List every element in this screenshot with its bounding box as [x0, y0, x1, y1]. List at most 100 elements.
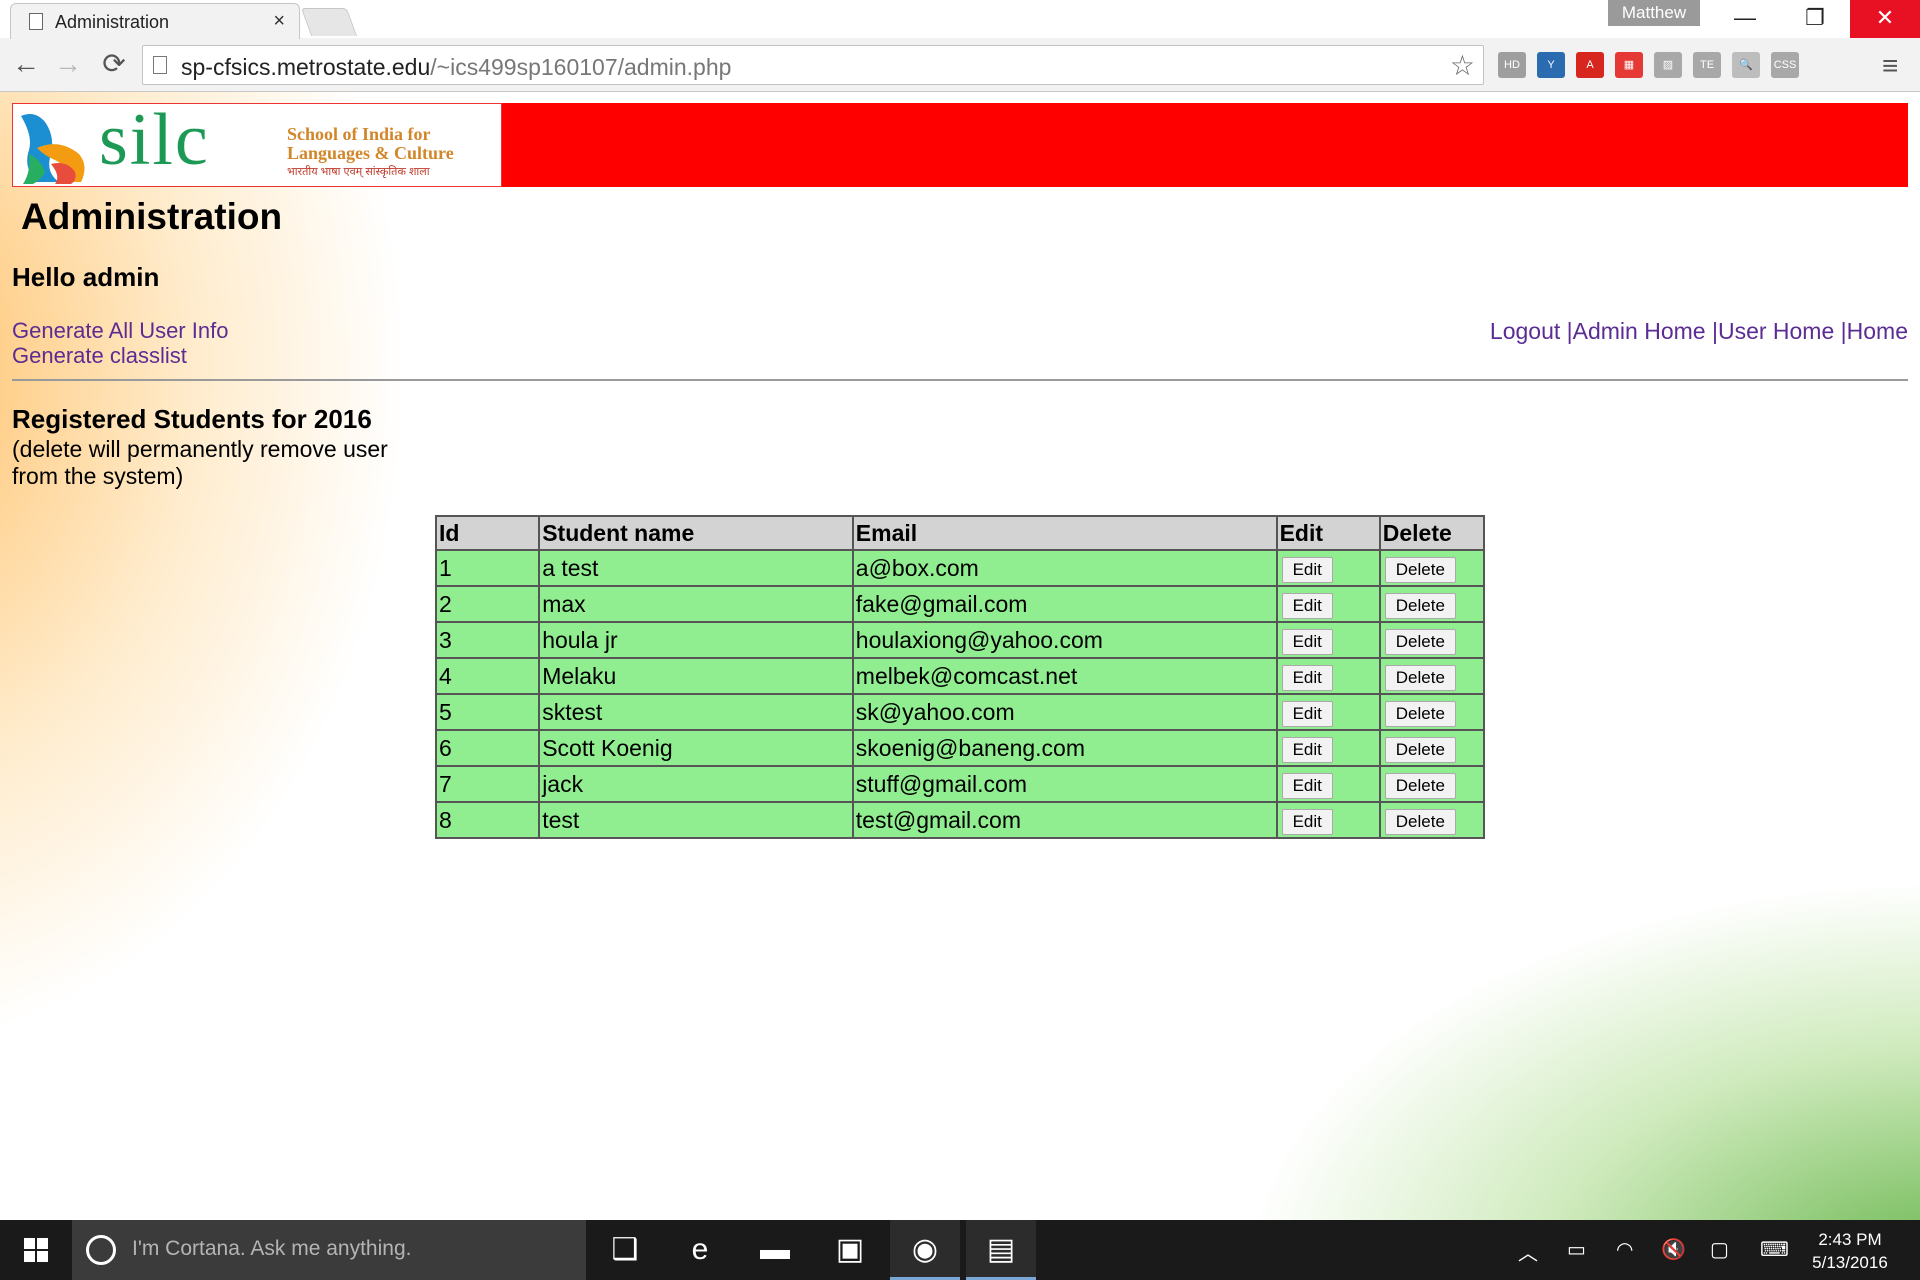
- keyboard-icon[interactable]: ⌨: [1760, 1237, 1789, 1262]
- volume-muted-icon[interactable]: 🔇: [1661, 1237, 1686, 1262]
- wifi-icon[interactable]: ◠: [1616, 1237, 1633, 1262]
- page-icon: [29, 13, 43, 30]
- battery-icon[interactable]: ▭: [1567, 1237, 1586, 1262]
- cell-action: Delete: [1378, 549, 1486, 587]
- edit-button[interactable]: Edit: [1281, 628, 1333, 655]
- silc-logo: silc School of India for Languages & Cul…: [12, 99, 502, 187]
- delete-button[interactable]: Delete: [1384, 628, 1456, 655]
- delete-button[interactable]: Delete: [1384, 700, 1456, 727]
- tab-title: Administration: [55, 12, 170, 32]
- user-home-link[interactable]: User Home: [1718, 318, 1834, 344]
- store-icon[interactable]: ▣: [815, 1220, 885, 1280]
- column-header-student-name: Student name: [538, 515, 854, 551]
- delete-button[interactable]: Delete: [1384, 664, 1456, 691]
- edit-button[interactable]: Edit: [1281, 808, 1333, 835]
- cell-action: Edit: [1275, 729, 1381, 767]
- edit-button[interactable]: Edit: [1281, 700, 1333, 727]
- clock-date: 5/13/2016: [1812, 1253, 1888, 1272]
- delete-button[interactable]: Delete: [1384, 772, 1456, 799]
- edit-button[interactable]: Edit: [1281, 592, 1333, 619]
- header-banner: silc School of India for Languages & Cul…: [12, 99, 1908, 187]
- cell-action: Delete: [1378, 729, 1486, 767]
- link-separator: |: [1560, 318, 1573, 344]
- windows-logo-icon: [37, 1238, 48, 1249]
- profile-button[interactable]: Matthew: [1608, 0, 1700, 26]
- cell-action: Delete: [1378, 693, 1486, 731]
- reload-icon[interactable]: ⟳: [96, 46, 132, 82]
- peacock-logo-icon: [21, 114, 85, 184]
- nav-links: Logout |Admin Home |User Home |Home: [1490, 318, 1908, 345]
- edit-button[interactable]: Edit: [1281, 736, 1333, 763]
- cell-action: Edit: [1275, 657, 1381, 695]
- chart-extension-icon[interactable]: ▨: [1654, 52, 1682, 78]
- edit-button[interactable]: Edit: [1281, 556, 1333, 583]
- grid-extension-icon[interactable]: ▦: [1615, 52, 1643, 78]
- cortana-search-box[interactable]: I'm Cortana. Ask me anything.: [72, 1220, 586, 1280]
- edit-button[interactable]: Edit: [1281, 772, 1333, 799]
- generate-classlist-link[interactable]: Generate classlist: [12, 343, 187, 368]
- edit-button[interactable]: Edit: [1281, 664, 1333, 691]
- url-path: /~ics499sp160107/admin.php: [430, 54, 732, 80]
- chevron-up-icon[interactable]: ︿: [1518, 1237, 1538, 1266]
- cell-student-name: test: [538, 801, 854, 839]
- cell-action: Edit: [1275, 801, 1381, 839]
- cell-email: a@box.com: [851, 549, 1278, 587]
- cell-id: 8: [434, 801, 541, 839]
- delete-button[interactable]: Delete: [1384, 592, 1456, 619]
- back-icon[interactable]: ←: [8, 46, 44, 82]
- cell-action: Edit: [1275, 585, 1381, 623]
- new-tab-button[interactable]: [300, 8, 358, 36]
- tineye-extension-icon[interactable]: TE: [1693, 52, 1721, 78]
- cell-id: 6: [434, 729, 541, 767]
- forward-icon[interactable]: →: [50, 46, 86, 82]
- tab-close-icon[interactable]: ×: [273, 10, 285, 33]
- logo-tagline-2: Languages & Culture: [287, 143, 454, 163]
- clock-time: 2:43 PM: [1818, 1230, 1882, 1249]
- windows-logo-icon: [37, 1251, 48, 1262]
- home-link[interactable]: Home: [1847, 318, 1908, 344]
- students-table: Id Student name Email Edit Delete 1a tes…: [434, 515, 1486, 839]
- cell-email: fake@gmail.com: [851, 585, 1278, 623]
- delete-button[interactable]: Delete: [1384, 736, 1456, 763]
- clock[interactable]: 2:43 PM 5/13/2016: [1790, 1228, 1910, 1274]
- cell-student-name: Scott Koenig: [538, 729, 854, 767]
- y-extension-icon[interactable]: Y: [1537, 52, 1565, 78]
- table-row: 2 max fake@gmail.com Edit Delete: [434, 585, 1486, 623]
- action-center-icon[interactable]: ▢: [1710, 1237, 1729, 1262]
- tab-administration[interactable]: Administration ×: [10, 3, 300, 39]
- bookmark-star-icon[interactable]: ☆: [1450, 49, 1475, 82]
- page-info-icon[interactable]: [153, 56, 167, 74]
- cell-student-name: sktest: [538, 693, 854, 731]
- page-viewport: silc School of India for Languages & Cul…: [0, 92, 1920, 1220]
- windows-logo-icon: [24, 1251, 35, 1262]
- table-row: 1a test a@box.com Edit Delete: [434, 549, 1486, 587]
- address-bar[interactable]: sp-cfsics.metrostate.edu/~ics499sp160107…: [142, 45, 1484, 85]
- delete-button[interactable]: Delete: [1384, 808, 1456, 835]
- hd-extension-icon[interactable]: HD: [1498, 52, 1526, 78]
- pdf-extension-icon[interactable]: A: [1576, 52, 1604, 78]
- css-extension-icon[interactable]: CSS: [1771, 52, 1799, 78]
- magnifier-extension-icon[interactable]: 🔍: [1732, 52, 1760, 78]
- section-title: Registered Students for 2016: [12, 404, 372, 434]
- minimize-icon[interactable]: —: [1710, 0, 1780, 38]
- logout-link[interactable]: Logout: [1490, 318, 1560, 344]
- generate-all-user-info-link[interactable]: Generate All User Info: [12, 318, 228, 343]
- task-view-icon[interactable]: ❑: [590, 1220, 660, 1280]
- cell-email: houlaxiong@yahoo.com: [851, 621, 1278, 659]
- admin-home-link[interactable]: Admin Home: [1573, 318, 1706, 344]
- delete-button[interactable]: Delete: [1384, 556, 1456, 583]
- menu-icon[interactable]: ≡: [1882, 50, 1898, 82]
- restore-icon[interactable]: ❐: [1780, 0, 1850, 38]
- section-note: (delete will permanently remove user fro…: [12, 436, 388, 489]
- table-row: 8 test test@gmail.com Edit Delete: [434, 801, 1486, 839]
- cell-id: 3: [434, 621, 541, 659]
- file-explorer-icon[interactable]: ▬: [740, 1220, 810, 1280]
- cell-email: skoenig@baneng.com: [851, 729, 1278, 767]
- page-title: Administration: [21, 196, 283, 237]
- edge-icon[interactable]: e: [665, 1220, 735, 1280]
- cell-student-name: houla jr: [538, 621, 854, 659]
- chrome-icon[interactable]: ◉: [890, 1220, 960, 1280]
- start-button[interactable]: [0, 1220, 70, 1280]
- close-window-icon[interactable]: ✕: [1850, 0, 1920, 38]
- notepad-icon[interactable]: ▤: [966, 1220, 1036, 1280]
